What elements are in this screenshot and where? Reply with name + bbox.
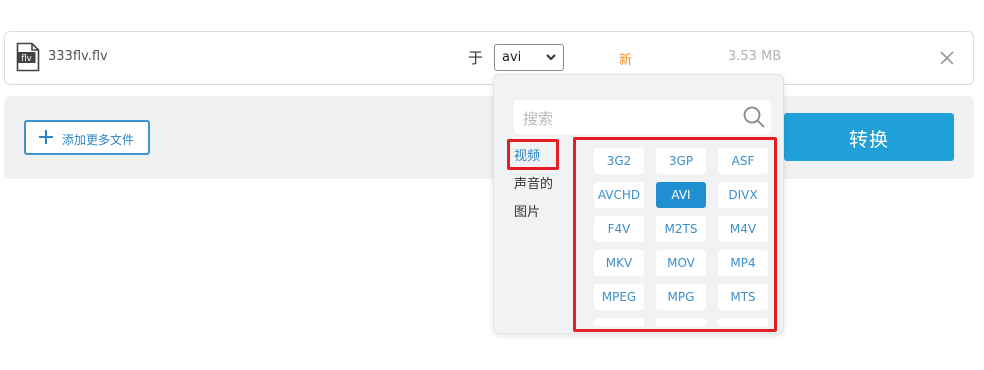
format-dropdown-panel: 搜索 视频 声音的 图片 3G2 3GP ASF AVCHD AVI DIVX F4V M2T… (493, 74, 784, 334)
flv-file-icon: flv (16, 42, 40, 72)
search-icon[interactable] (742, 105, 766, 129)
add-more-files-button[interactable]: 添加更多文件 (24, 120, 150, 155)
file-row: flv 333flv.flv 于 avi 新 3.53 MB (4, 31, 974, 85)
output-format-select[interactable]: avi (494, 44, 564, 71)
svg-text:flv: flv (21, 54, 31, 64)
chevron-down-icon (546, 54, 556, 61)
format-search-input[interactable]: 搜索 (514, 100, 771, 134)
category-highlight-box (507, 139, 559, 170)
category-image[interactable]: 图片 (514, 199, 564, 227)
file-size: 3.53 MB (728, 49, 782, 64)
converter-page: flv 333flv.flv 于 avi 新 3.53 MB 添加更多文件 转换… (0, 0, 984, 370)
status-badge: 新 (619, 53, 633, 68)
search-placeholder: 搜索 (523, 110, 554, 128)
plus-icon (39, 130, 53, 144)
output-format-value: avi (502, 50, 522, 65)
close-icon[interactable] (939, 50, 955, 66)
convert-label: 转换 (848, 129, 889, 151)
to-label: 于 (468, 49, 484, 67)
file-name: 333flv.flv (48, 49, 108, 64)
convert-button[interactable]: 转换 (784, 113, 954, 161)
add-more-files-label: 添加更多文件 (62, 133, 135, 147)
category-audio[interactable]: 声音的 (514, 171, 564, 199)
format-grid-highlight-box (573, 137, 777, 332)
action-bar: 添加更多文件 转换 (4, 96, 974, 179)
